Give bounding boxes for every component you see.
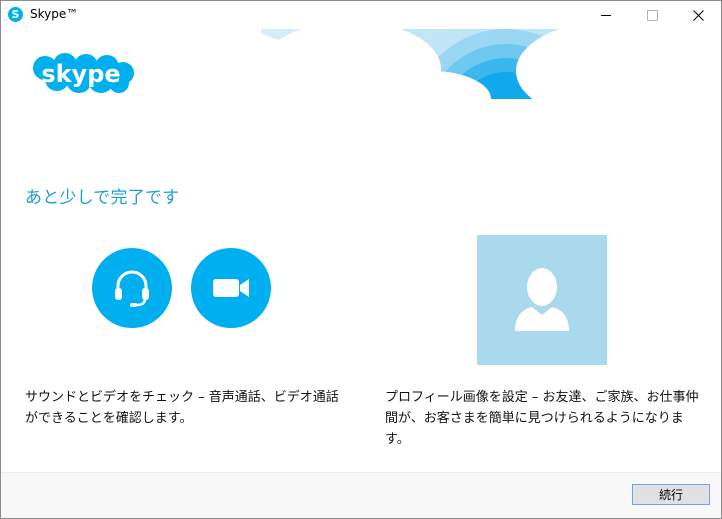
video-test-badge xyxy=(191,248,271,328)
user-silhouette-icon xyxy=(515,268,569,331)
close-button[interactable] xyxy=(675,1,721,29)
maximize-icon xyxy=(646,9,658,21)
footer-bar xyxy=(1,472,721,518)
logo-text: skype xyxy=(41,60,120,88)
maximize-button[interactable] xyxy=(629,1,675,29)
skype-window: S Skype™ skype あと少しで完了です サウンドとビデオをチェック –… xyxy=(0,0,722,519)
sound-video-description: サウンドとビデオをチェック – 音声通話、ビデオ通話ができることを確認します。 xyxy=(25,390,339,426)
continue-button[interactable]: 続行 xyxy=(632,484,710,505)
minimize-button[interactable] xyxy=(583,1,629,29)
profile-picture-description: プロフィール画像を設定 – お友達、ご家族、お仕事仲間が、お客さまを簡単に見つけ… xyxy=(385,390,699,447)
video-camera-icon xyxy=(213,279,249,297)
headset-icon xyxy=(115,270,149,307)
title-bar: S Skype™ xyxy=(1,1,721,29)
page-heading: あと少しで完了です xyxy=(25,188,180,208)
window-title: Skype™ xyxy=(30,7,79,21)
close-icon xyxy=(692,9,704,21)
profile-picture-placeholder xyxy=(477,235,607,365)
skype-logo: skype xyxy=(33,53,134,93)
audio-test-badge xyxy=(92,248,172,328)
minimize-icon xyxy=(601,14,611,16)
skype-app-icon: S xyxy=(8,7,23,22)
